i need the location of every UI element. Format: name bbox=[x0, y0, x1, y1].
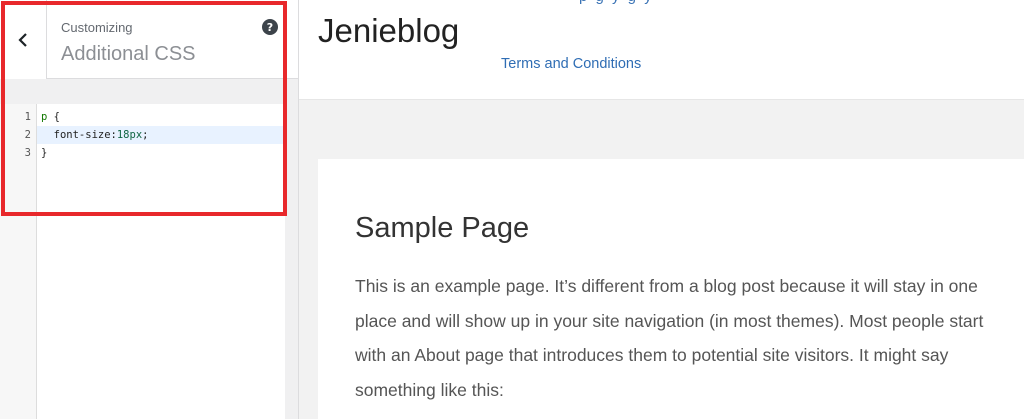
css-brace-close: } bbox=[41, 147, 48, 159]
code-line-3[interactable]: } bbox=[41, 147, 47, 159]
page-title: Sample Page bbox=[355, 212, 530, 244]
sidebar-scroll-gutter bbox=[285, 104, 298, 419]
page-content-card: Sample Page This is an example page. It’… bbox=[318, 159, 1024, 419]
line-number: 3 bbox=[24, 147, 31, 159]
customizer-breadcrumb: Customizing bbox=[61, 20, 133, 35]
css-code-editor[interactable]: 1 2 3 p { font-size:18px; } bbox=[0, 104, 285, 419]
site-header: p g y g y Jenieblog Terms and Conditions bbox=[299, 0, 1024, 100]
css-semicolon: ; bbox=[142, 129, 149, 141]
top-navigation-clipped[interactable]: p g y g y bbox=[579, 0, 654, 5]
line-number-gutter: 1 2 3 bbox=[0, 104, 37, 419]
css-property: font-size: bbox=[41, 129, 117, 141]
chevron-left-icon bbox=[18, 32, 27, 47]
line-number: 2 bbox=[24, 129, 31, 141]
section-title: Additional CSS bbox=[61, 43, 196, 65]
customizer-header: Customizing Additional CSS ? bbox=[0, 0, 298, 79]
site-title[interactable]: Jenieblog bbox=[318, 12, 459, 50]
css-value: 18px bbox=[116, 129, 143, 141]
code-line-1[interactable]: p { bbox=[41, 111, 60, 123]
help-icon[interactable]: ? bbox=[262, 19, 278, 35]
back-button[interactable] bbox=[0, 0, 47, 79]
page-body-text: This is an example page. It’s different … bbox=[355, 276, 984, 400]
css-brace-open: { bbox=[47, 111, 60, 123]
customizer-sidebar: Customizing Additional CSS ? 1 2 3 p { f… bbox=[0, 0, 299, 419]
code-line-2[interactable]: font-size:18px; bbox=[41, 129, 149, 141]
terms-and-conditions-link[interactable]: Terms and Conditions bbox=[501, 56, 641, 72]
site-preview: p g y g y Jenieblog Terms and Conditions… bbox=[299, 0, 1024, 419]
line-number: 1 bbox=[24, 111, 31, 123]
